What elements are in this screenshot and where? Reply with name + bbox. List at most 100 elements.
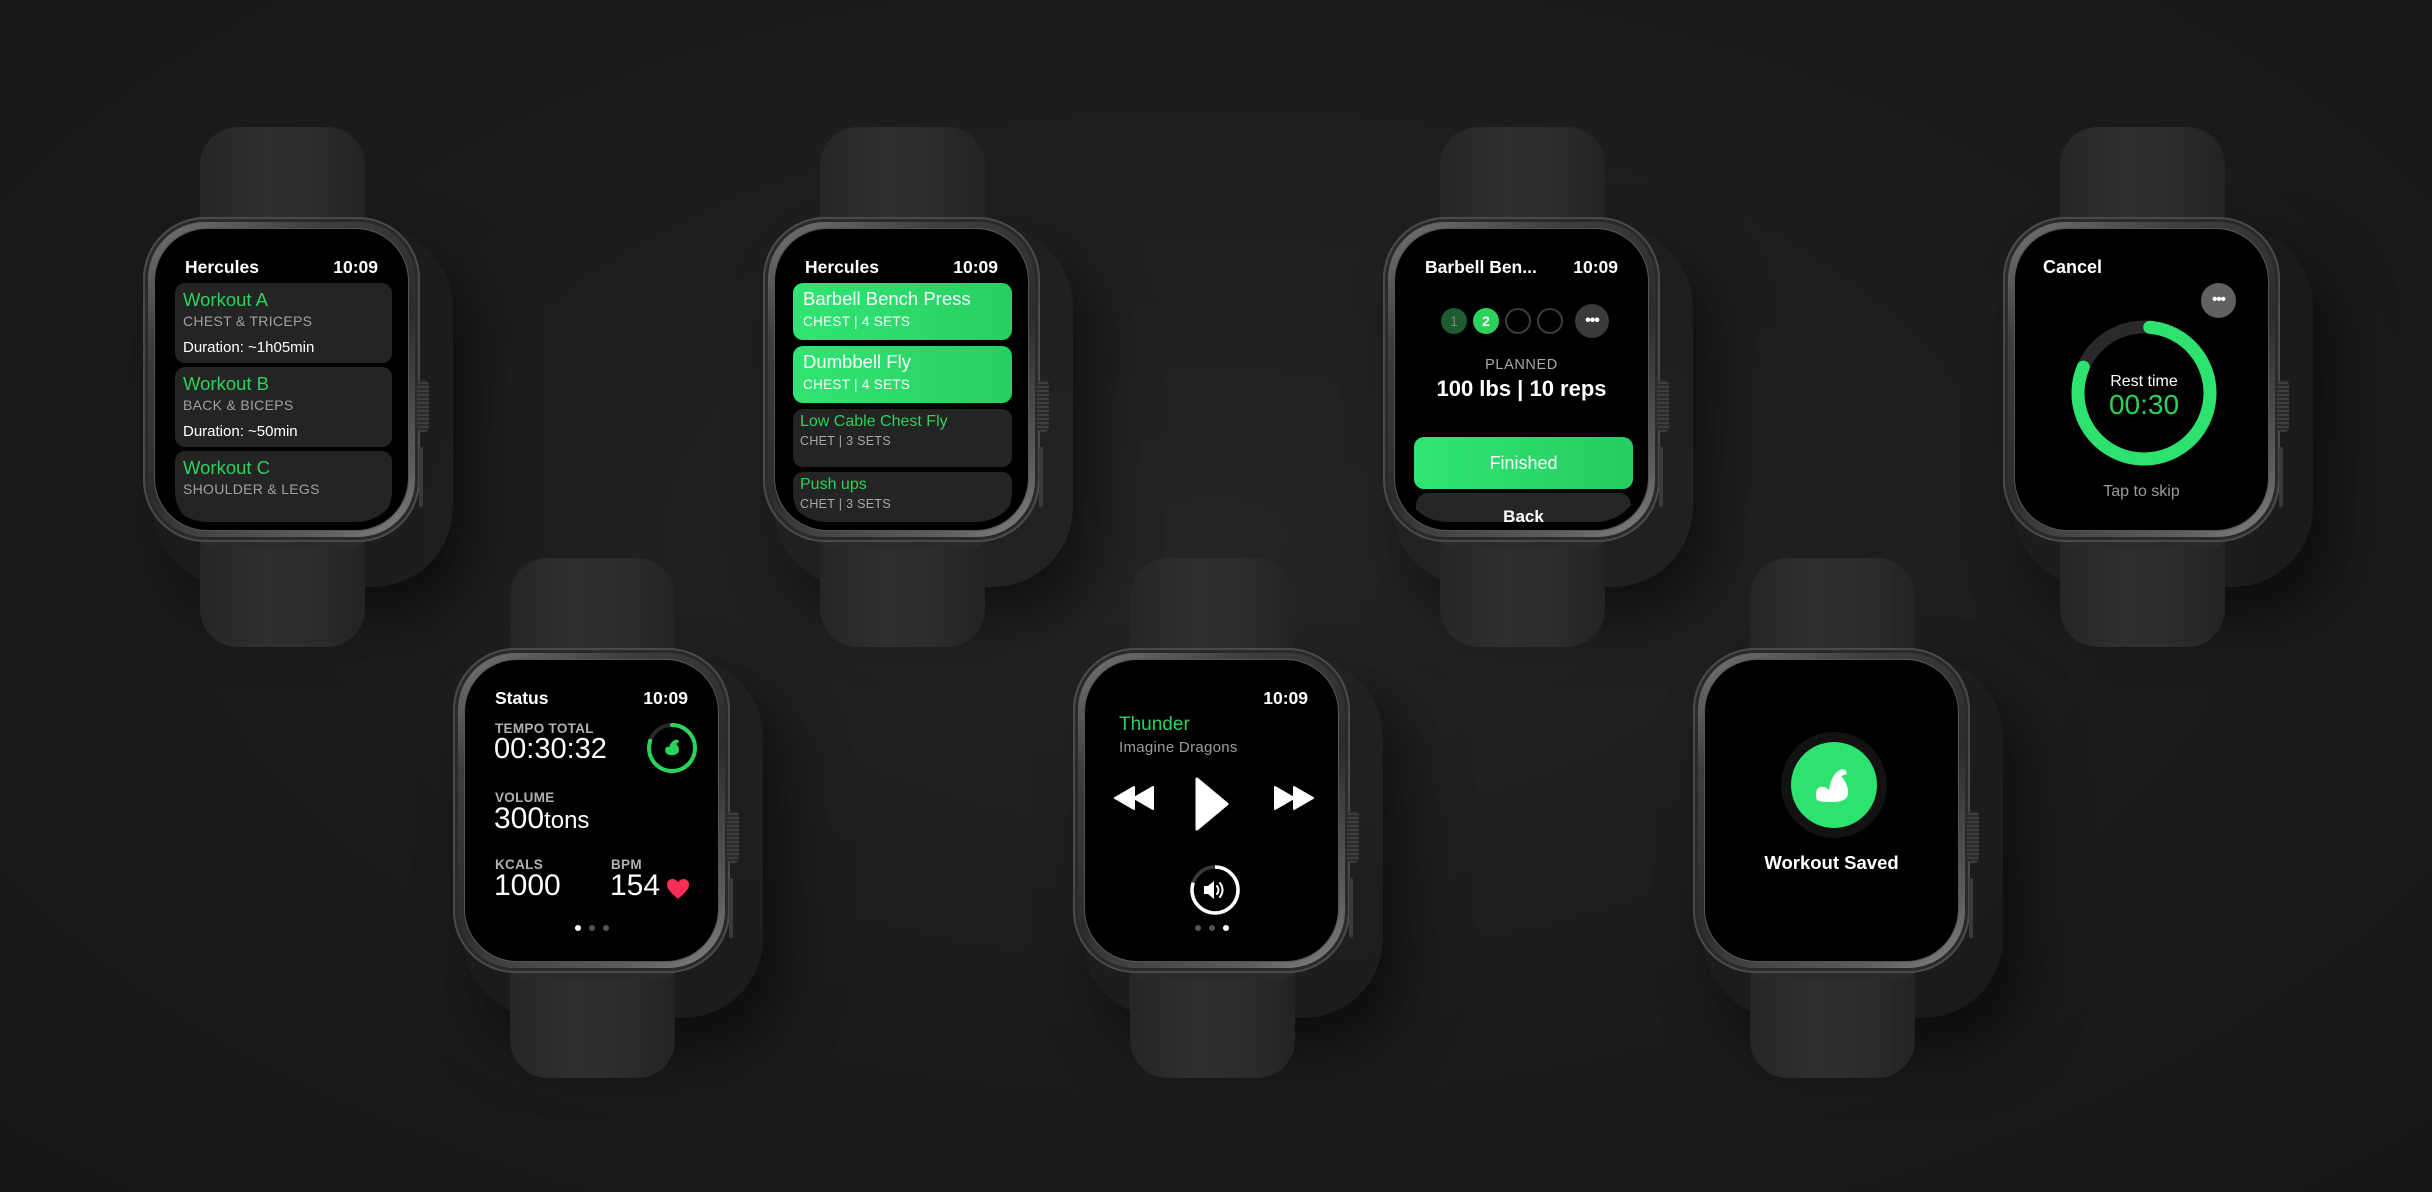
fast-forward-icon[interactable] — [1273, 785, 1315, 811]
page-dot-active[interactable] — [574, 925, 581, 931]
side-button[interactable] — [1969, 878, 1973, 938]
exercise-name: Dumbbell Fly — [803, 351, 911, 372]
watch-now-playing: 10:09 Thunder Imagine Dragons — [1073, 558, 1373, 1078]
exercise-name: Low Cable Chest Fly — [800, 413, 948, 430]
app-title: Hercules — [185, 257, 259, 277]
workout-card[interactable]: Workout B BACK & BICEPS Duration: ~50min — [175, 367, 392, 447]
volume-number: 300 — [494, 802, 545, 835]
digital-crown[interactable] — [1657, 380, 1669, 432]
watch-bezel: Hercules 10:09 Workout A CHEST & TRICEPS… — [155, 229, 408, 530]
back-button[interactable]: Back — [1416, 493, 1631, 522]
side-button[interactable] — [1349, 878, 1353, 938]
rest-time-value: 00:30 — [2108, 389, 2180, 420]
set-indicator-done[interactable]: 1 — [1441, 308, 1467, 334]
exercise-item[interactable]: Dumbbell Fly CHEST | 4 SETS — [793, 346, 1012, 403]
clock: 10:09 — [1263, 688, 1308, 708]
watch-band-bottom — [190, 519, 375, 647]
watch-screen: Status 10:09 TEMPO TOTAL 00:30:32 VOLUME… — [473, 668, 710, 953]
workout-card[interactable]: Workout C SHOULDER & LEGS — [175, 451, 392, 522]
bpm-value: 154 — [610, 869, 661, 902]
page-title: Status — [495, 688, 549, 708]
rewind-icon[interactable] — [1114, 785, 1156, 811]
digital-crown[interactable] — [1347, 811, 1359, 863]
tempo-total-value: 00:30:32 — [494, 733, 607, 765]
clock: 10:09 — [1573, 257, 1618, 277]
ellipsis-icon[interactable]: ••• — [1575, 304, 1609, 338]
ellipsis-icon[interactable]: ••• — [2201, 283, 2236, 318]
workout-duration: Duration: ~1h05min — [183, 339, 315, 356]
watch-band-bottom — [810, 519, 995, 647]
watch-exercise-list: Hercules 10:09 Barbell Bench Press CHEST… — [763, 127, 1063, 647]
watch-band-bottom — [2050, 519, 2235, 647]
digital-crown[interactable] — [727, 811, 739, 863]
side-button[interactable] — [1659, 447, 1663, 507]
finished-button[interactable]: Finished — [1414, 437, 1633, 489]
digital-crown[interactable] — [1037, 380, 1049, 432]
watch-screen: Hercules 10:09 Workout A CHEST & TRICEPS… — [163, 237, 400, 522]
watch-band-bottom — [500, 950, 685, 1078]
side-button[interactable] — [419, 447, 423, 507]
workout-ring-svg — [647, 723, 697, 773]
set-progress: 1 2 ••• — [1441, 304, 1609, 338]
workout-name: Workout C — [183, 457, 271, 478]
watch-band-bottom — [1120, 950, 1305, 1078]
page-dot[interactable] — [602, 925, 609, 931]
kcals-value: 1000 — [494, 869, 561, 902]
watch-screen: Workout Saved — [1713, 668, 1950, 953]
planned-label: PLANNED — [1485, 357, 1558, 373]
watch-bezel: Cancel ••• Rest time 00:30 Tap to skip — [2015, 229, 2268, 530]
exercise-item[interactable]: Barbell Bench Press CHEST | 4 SETS — [793, 283, 1012, 340]
workout-card[interactable]: Workout A CHEST & TRICEPS Duration: ~1h0… — [175, 283, 392, 363]
set-indicator-current[interactable]: 2 — [1473, 308, 1499, 334]
watch-bezel: Barbell Ben... 10:09 1 2 ••• PLANNED 100… — [1395, 229, 1648, 530]
song-title: Thunder — [1119, 714, 1190, 735]
watch-bezel: Hercules 10:09 Barbell Bench Press CHEST… — [775, 229, 1028, 530]
workout-duration: Duration: ~50min — [183, 423, 298, 440]
exercise-item[interactable]: Push ups CHET | 3 SETS — [793, 472, 1012, 522]
flexed-bicep-icon — [1816, 769, 1849, 802]
volume-value: 300tons — [494, 802, 589, 836]
status-bar: Hercules 10:09 — [783, 257, 1020, 277]
watch-case: 10:09 Thunder Imagine Dragons — [1073, 648, 1359, 973]
set-indicator-pending[interactable] — [1505, 308, 1531, 334]
artist-name: Imagine Dragons — [1119, 739, 1238, 756]
workout-saved-label: Workout Saved — [1764, 852, 1899, 873]
page-dot[interactable] — [588, 925, 595, 931]
watch-bezel: Status 10:09 TEMPO TOTAL 00:30:32 VOLUME… — [465, 660, 718, 961]
digital-crown[interactable] — [417, 380, 429, 432]
watch-screen: 10:09 Thunder Imagine Dragons — [1093, 668, 1330, 953]
exercise-item[interactable]: Low Cable Chest Fly CHET | 3 SETS — [793, 409, 1012, 467]
watch-screen: Hercules 10:09 Barbell Bench Press CHEST… — [783, 237, 1020, 522]
page-dot-active[interactable] — [1222, 925, 1229, 931]
cancel-button[interactable]: Cancel — [2043, 257, 2102, 278]
watch-case: Barbell Ben... 10:09 1 2 ••• PLANNED 100… — [1383, 217, 1669, 542]
watch-workout-list: Hercules 10:09 Workout A CHEST & TRICEPS… — [143, 127, 443, 647]
side-button[interactable] — [1039, 447, 1043, 507]
set-indicator-pending[interactable] — [1537, 308, 1563, 334]
volume-control[interactable] — [1189, 864, 1241, 916]
watch-screen[interactable]: Cancel ••• Rest time 00:30 Tap to skip — [2023, 237, 2260, 522]
watch-band-bottom — [1740, 950, 1925, 1078]
status-bar: Hercules 10:09 — [163, 257, 400, 277]
clock: 10:09 — [953, 257, 998, 277]
workout-name: Workout B — [183, 373, 270, 394]
page-indicator — [473, 925, 710, 931]
volume-unit: tons — [544, 807, 590, 834]
workout-muscles: BACK & BICEPS — [183, 397, 294, 413]
digital-crown[interactable] — [2277, 380, 2289, 432]
page-dot[interactable] — [1194, 925, 1201, 931]
watch-bezel: 10:09 Thunder Imagine Dragons — [1085, 660, 1338, 961]
speaker-icon — [1204, 881, 1224, 899]
side-button[interactable] — [2279, 447, 2283, 507]
side-button[interactable] — [729, 878, 733, 938]
rest-timer-ring: Rest time 00:30 — [2066, 315, 2222, 471]
exercise-detail: CHEST | 4 SETS — [803, 314, 911, 329]
tap-to-skip-hint[interactable]: Tap to skip — [2023, 483, 2260, 501]
play-icon[interactable] — [1194, 776, 1230, 832]
exercise-title: Barbell Ben... — [1425, 257, 1537, 277]
digital-crown[interactable] — [1967, 811, 1979, 863]
status-bar: Status 10:09 — [473, 688, 710, 708]
exercise-detail: CHEST | 4 SETS — [803, 377, 911, 392]
exercise-name: Barbell Bench Press — [803, 288, 971, 309]
page-dot[interactable] — [1208, 925, 1215, 931]
